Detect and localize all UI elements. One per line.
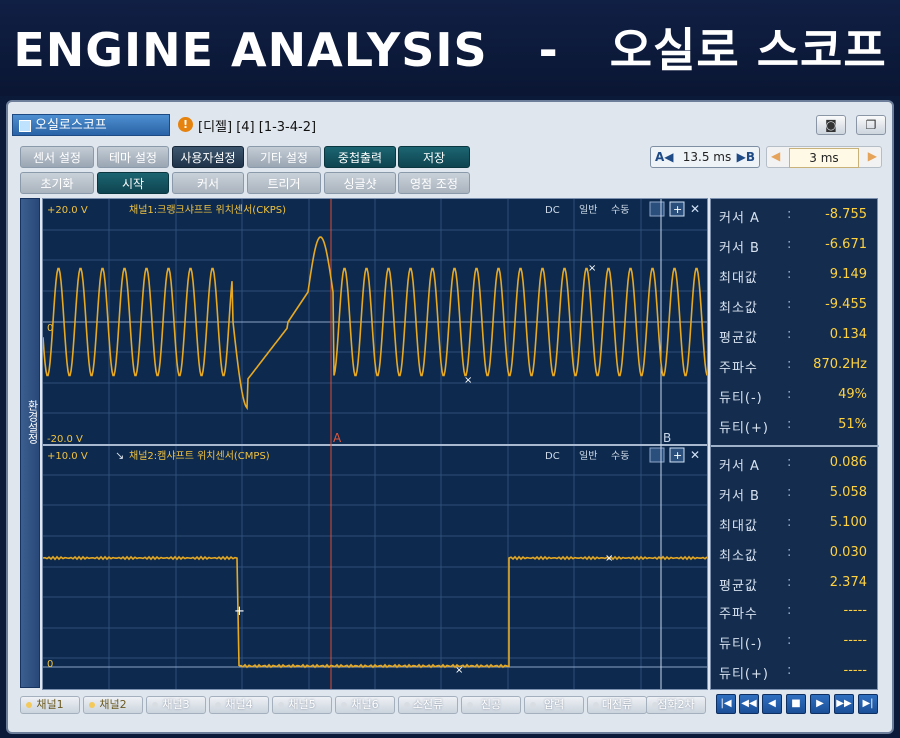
channel-button-3[interactable]: 채널3	[146, 696, 206, 714]
ch1-stat-cursor-a: 커서 A: -8.755	[719, 207, 867, 226]
skip-start-icon[interactable]: |◀	[716, 694, 736, 714]
ch2-zero-label: 0	[47, 659, 53, 670]
ch1-stat-freq: 주파수:870.2Hz	[719, 357, 867, 376]
single-shot-button[interactable]: 싱글샷	[324, 172, 396, 194]
time-decrease-icon[interactable]: ◀	[771, 149, 780, 163]
trigger-button[interactable]: 트리거	[247, 172, 321, 194]
ch2-name: 채널2:캠샤프트 위치센서(CMPS)	[129, 449, 270, 462]
ch2-stat-cursor-b: 커서 B:5.058	[719, 485, 867, 504]
channel-button-6[interactable]: 채널6	[335, 696, 395, 714]
ch2-stat-duty-neg: 듀티(-): -----	[719, 633, 867, 652]
measurement-panel: 커서 A: -8.755 커서 B: -6.671 최대값:9.149 최소값: -9…	[710, 198, 879, 690]
channel-button-4[interactable]: 채널4	[209, 696, 269, 714]
ch1-stat-cursor-b: 커서 B: -6.671	[719, 237, 867, 256]
skip-end-icon[interactable]: ▶|	[858, 694, 878, 714]
ch2-zoom-glyph: +	[673, 449, 682, 462]
cursor-a-label: A◀	[655, 150, 674, 164]
channel-divider	[43, 444, 707, 446]
start-button[interactable]: 시작	[97, 172, 169, 194]
play-icon[interactable]: ▶	[810, 694, 830, 714]
fast-forward-icon[interactable]: ▶▶	[834, 694, 854, 714]
cursor-button[interactable]: 커서	[172, 172, 244, 194]
save-button[interactable]: 저장	[398, 146, 470, 168]
ch1-top-label: +20.0 V	[47, 205, 88, 216]
reset-button[interactable]: 초기화	[20, 172, 94, 194]
ch1-stat-max: 최대값:9.149	[719, 267, 867, 286]
info-icon: !	[178, 117, 193, 132]
channel-button-5[interactable]: 채널5	[272, 696, 332, 714]
ch2-stat-min: 최소값:0.030	[719, 545, 867, 564]
user-settings-button[interactable]: 사용자설정	[172, 146, 244, 168]
ch1-zoom-glyph: +	[673, 203, 682, 216]
time-div-control[interactable]: ◀ 3 ms ▶	[766, 146, 882, 168]
vehicle-info: [디젤] [4] [1-3-4-2]	[198, 120, 317, 135]
ch1-stat-avg: 평균값:0.134	[719, 327, 867, 346]
scope-svg: +20.0 V 0 -20.0 V 채널1:크랭크샤프트 위치센서(CKPS) …	[43, 199, 707, 689]
ch2-probe-icon: ↘	[115, 449, 124, 462]
prev-icon[interactable]: ◀	[762, 694, 782, 714]
ch1-bottom-label: -20.0 V	[47, 434, 83, 445]
ch2-close-icon: ✕	[690, 448, 700, 462]
channel-button-small-current[interactable]: 소전류	[398, 696, 458, 714]
ch2-stat-avg: 평균값:2.374	[719, 575, 867, 594]
ch2-stat-duty-pos: 듀티(+): -----	[719, 663, 867, 682]
tab-label: 오실로스코프	[35, 118, 107, 133]
stop-icon[interactable]: ■	[786, 694, 806, 714]
window-button[interactable]: ❐	[856, 115, 886, 135]
channel-button-2[interactable]: 채널2	[83, 696, 143, 714]
ch2-max-marker: ×	[605, 553, 613, 564]
ch1-mode: 일반	[579, 204, 597, 216]
channel-button-pressure[interactable]: 압력	[524, 696, 584, 714]
cursor-a-marker: A	[333, 431, 342, 445]
cursor-delta-display[interactable]: A◀ 13.5 ms ▶B	[650, 146, 760, 168]
sensor-settings-button[interactable]: 센서 설정	[20, 146, 94, 168]
camera-button[interactable]: ◙	[816, 115, 846, 135]
theme-settings-button[interactable]: 테마 설정	[97, 146, 169, 168]
ch1-stat-min: 최소값: -9.455	[719, 297, 867, 316]
ch1-max-marker: ×	[588, 263, 596, 274]
cursor-b-label: ▶B	[736, 150, 755, 164]
zero-adjust-button[interactable]: 영점 조정	[398, 172, 470, 194]
ch2-stat-cursor-a: 커서 A:0.086	[719, 455, 867, 474]
tab-icon	[19, 120, 31, 132]
ch2-coupling: DC	[545, 451, 560, 462]
cursor-delta-value: 13.5 ms	[682, 150, 732, 164]
window-icon: ❐	[865, 118, 877, 132]
ch1-trigger: 수동	[611, 204, 629, 216]
tab-oscilloscope[interactable]: 오실로스코프	[12, 114, 170, 136]
camera-icon: ◙	[825, 118, 837, 132]
channel-button-ignition-secondary[interactable]: 점화2차	[646, 696, 706, 714]
time-div-value: 3 ms	[789, 148, 859, 168]
ch2-min-marker: ×	[455, 665, 463, 676]
time-increase-icon[interactable]: ▶	[868, 149, 877, 163]
channel-button-vacuum[interactable]: 진공	[461, 696, 521, 714]
rewind-icon[interactable]: ◀◀	[739, 694, 759, 714]
banner: ENGINE ANALYSIS - 오실로 스코프	[0, 0, 900, 96]
ch2-minimize-icon	[649, 447, 665, 463]
ch2-trigger-marker: +	[234, 604, 245, 619]
ch1-min-marker: ×	[464, 375, 472, 386]
ch2-top-label: +10.0 V	[47, 451, 88, 462]
banner-title: ENGINE ANALYSIS - 오실로 스코프	[13, 23, 887, 77]
scope-display[interactable]: +20.0 V 0 -20.0 V 채널1:크랭크샤프트 위치센서(CKPS) …	[42, 198, 708, 690]
channel-button-1[interactable]: 채널1	[20, 696, 80, 714]
ch2-mode: 일반	[579, 450, 597, 462]
stats-divider	[711, 445, 879, 447]
cursor-b-marker: B	[663, 431, 671, 445]
channel-button-large-current[interactable]: 대전류	[587, 696, 647, 714]
ch2-trigger: 수동	[611, 450, 629, 462]
ch2-stat-freq: 주파수: -----	[719, 603, 867, 622]
other-settings-button[interactable]: 기타 설정	[247, 146, 321, 168]
ch1-name: 채널1:크랭크샤프트 위치센서(CKPS)	[129, 203, 286, 216]
overlay-output-button[interactable]: 중첩출력	[324, 146, 396, 168]
ch1-stat-duty-pos: 듀티(+):51%	[719, 417, 867, 436]
ch1-minimize-icon	[649, 201, 665, 217]
ch1-coupling: DC	[545, 205, 560, 216]
channel-selector-bar: 채널1 채널2 채널3 채널4 채널5 채널6 소전류 진공 압력 대전류 점화…	[20, 696, 706, 714]
ch1-stat-duty-neg: 듀티(-):49%	[719, 387, 867, 406]
ch2-stat-max: 최대값:5.100	[719, 515, 867, 534]
ch1-close-icon: ✕	[690, 202, 700, 216]
settings-sidebar-label: 환경설정	[26, 400, 39, 444]
